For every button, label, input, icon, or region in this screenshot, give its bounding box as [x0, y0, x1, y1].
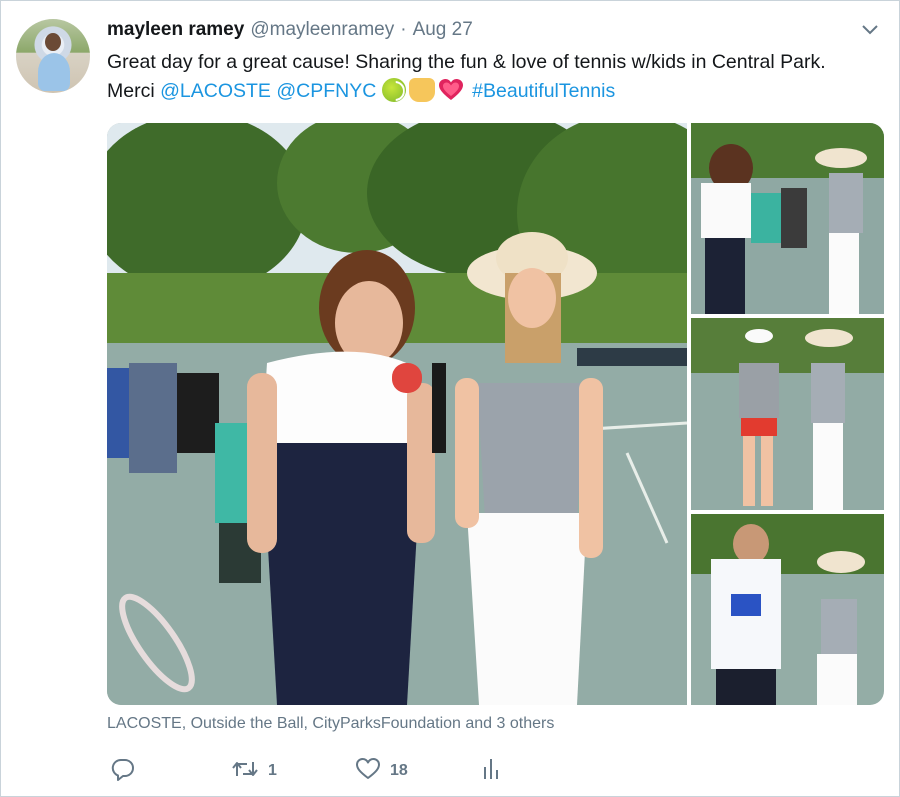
chevron-down-icon[interactable]: [859, 19, 881, 41]
avatar[interactable]: [16, 19, 90, 93]
separator-dot: ·: [400, 19, 407, 40]
action-bar: 1 18: [107, 757, 607, 785]
tennis-ball-icon: [381, 78, 406, 102]
like-button[interactable]: 18: [355, 757, 408, 785]
retweet-count: 1: [268, 762, 277, 779]
tweet-text: Great day for a great cause! Sharing the…: [107, 48, 867, 106]
hashtag-beautifultennis[interactable]: #BeautifulTennis: [472, 80, 615, 102]
photo-main[interactable]: [107, 123, 687, 705]
like-count: 18: [390, 762, 408, 779]
retweet-button[interactable]: 1: [231, 757, 277, 785]
tweet-date[interactable]: Aug 27: [413, 19, 473, 41]
tagged-users[interactable]: LACOSTE, Outside the Ball, CityParksFoun…: [107, 715, 554, 733]
user-name[interactable]: mayleen ramey: [107, 19, 244, 41]
user-handle[interactable]: @mayleenramey: [250, 19, 394, 41]
heart-icon: [355, 757, 381, 786]
reply-icon: [111, 757, 135, 786]
media-grid: [107, 123, 884, 705]
raising-hands-icon: [408, 78, 435, 102]
mention-cpfnyc[interactable]: @CPFNYC: [276, 80, 376, 102]
reply-button[interactable]: [111, 757, 144, 785]
photo-interview-girl[interactable]: [691, 318, 884, 510]
tweet-card[interactable]: mayleen ramey @mayleenramey · Aug 27 Gre…: [0, 0, 900, 797]
analytics-icon: [481, 757, 501, 786]
tweet-header: mayleen ramey @mayleenramey · Aug 27: [107, 19, 473, 45]
photo-interview-player[interactable]: [691, 514, 884, 705]
retweet-icon: [231, 757, 259, 786]
analytics-button[interactable]: [481, 757, 501, 785]
photo-interview-kids[interactable]: [691, 123, 884, 314]
mention-lacoste[interactable]: @LACOSTE: [160, 80, 271, 102]
growing-heart-icon: [438, 78, 464, 102]
